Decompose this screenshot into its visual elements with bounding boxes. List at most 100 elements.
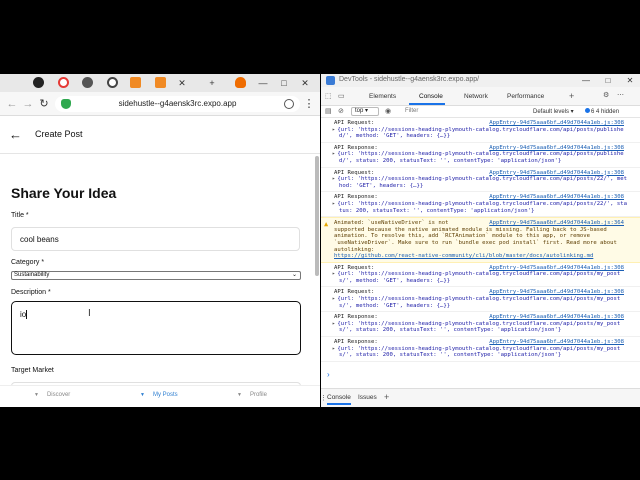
context-select[interactable]: top ▾ xyxy=(351,107,379,116)
drawer-tab-console[interactable]: Console xyxy=(327,394,351,405)
text-caret xyxy=(26,310,28,320)
discover-icon: ▼ xyxy=(34,392,39,398)
sidebar-toggle-icon[interactable]: ▤ xyxy=(325,107,332,115)
scrollbar[interactable] xyxy=(315,156,319,276)
warning-entry[interactable]: ▲ Animated: `useNativeDriver` is not App… xyxy=(321,217,640,263)
chevron-down-icon: ⌄ xyxy=(291,272,297,278)
log-source-link[interactable]: AppEntry-94d75aaa6bf…d49d7044a1eb.js:364 xyxy=(489,220,624,227)
extension-icon[interactable] xyxy=(284,99,294,109)
log-body[interactable]: ▸ {url: 'https://sessions-heading-plymout… xyxy=(332,346,636,359)
log-entry[interactable]: API Response: AppEntry-94d75aaa6bf…d49d7… xyxy=(321,312,640,338)
tab-favicon[interactable] xyxy=(235,77,246,88)
tab-my-posts[interactable]: ▼ My Posts xyxy=(140,392,178,398)
log-body-text: {url: 'https://sessions-heading-plymouth… xyxy=(337,296,621,309)
console-output[interactable]: API Request: AppEntry-94d75aaa6bf…d49d70… xyxy=(321,118,640,388)
address-bar: ← → ↻ sidehustle--g4aensk3rc.expo.app ⋮ xyxy=(0,92,320,116)
devtools-drawer: ⋮ Console Issues + xyxy=(321,388,640,407)
log-source-link[interactable]: AppEntry-94d75aaa6bf…d49d7044a1eb.js:308 xyxy=(489,339,624,346)
log-source-link[interactable]: AppEntry-94d75aaa6bf…d49d7044a1eb.js:308 xyxy=(489,120,624,127)
tab-favicon[interactable] xyxy=(107,77,118,88)
expand-triangle-icon[interactable]: ▸ xyxy=(332,176,335,182)
tab-favicon[interactable] xyxy=(82,77,93,88)
expand-triangle-icon[interactable]: ▸ xyxy=(332,271,335,277)
forward-icon[interactable]: → xyxy=(21,97,35,111)
log-body[interactable]: ▸ {url: 'https://sessions-heading-plymout… xyxy=(332,296,636,309)
category-select[interactable]: Sustainability ⌄ xyxy=(11,271,301,280)
expand-triangle-icon[interactable]: ▸ xyxy=(332,151,335,157)
tab-discover[interactable]: ▼ Discover xyxy=(34,392,70,398)
close-icon[interactable]: ✕ xyxy=(623,74,637,87)
tab-elements[interactable]: Elements xyxy=(369,93,396,100)
tab-close-icon[interactable]: ✕ xyxy=(175,76,189,90)
tab-favicon[interactable] xyxy=(33,77,44,88)
log-source-link[interactable]: AppEntry-94d75aaa6bf…d49d7044a1eb.js:308 xyxy=(489,194,624,201)
devtools-title: DevTools - sidehustle--g4aensk3rc.expo.a… xyxy=(339,76,480,83)
log-source-link[interactable]: AppEntry-94d75aaa6bf…d49d7044a1eb.js:308 xyxy=(489,314,624,321)
add-panel-icon[interactable]: + xyxy=(569,91,574,101)
expand-triangle-icon[interactable]: ▸ xyxy=(332,201,335,207)
tab-profile[interactable]: ▼ Profile xyxy=(237,392,267,398)
log-entry[interactable]: API Request: AppEntry-94d75aaa6bf…d49d70… xyxy=(321,118,640,143)
maximize-icon[interactable]: □ xyxy=(277,76,291,90)
menu-icon[interactable]: ⋮ xyxy=(302,97,316,111)
log-entry[interactable]: API Response: AppEntry-94d75aaa6bf…d49d7… xyxy=(321,192,640,218)
clear-console-icon[interactable]: ⊘ xyxy=(338,107,344,115)
log-source-link[interactable]: AppEntry-94d75aaa6bf…d49d7044a1eb.js:308 xyxy=(489,145,624,152)
url-field[interactable]: sidehustle--g4aensk3rc.expo.app xyxy=(55,96,300,112)
issues-counter[interactable]: 6 4 hidden xyxy=(585,108,619,115)
tab-performance[interactable]: Performance xyxy=(507,93,544,100)
back-arrow-icon[interactable]: ← xyxy=(9,127,22,142)
eye-icon[interactable]: ◉ xyxy=(385,107,391,115)
log-body[interactable]: ▸ {url: 'https://sessions-heading-plymout… xyxy=(332,321,636,334)
log-body[interactable]: ▸ {url: 'https://sessions-heading-plymout… xyxy=(332,127,636,140)
expand-triangle-icon[interactable]: ▸ xyxy=(332,346,335,352)
maximize-icon[interactable]: □ xyxy=(601,74,615,87)
form-scroll-area[interactable]: Share Your Idea Title * cool beans Categ… xyxy=(0,154,320,385)
log-body[interactable]: ▸ {url: 'https://sessions-heading-plymout… xyxy=(332,151,636,164)
devtools-tabs: ⬚ ▭ Elements Console Network Performance… xyxy=(321,87,640,106)
log-body[interactable]: ▸ {url: 'https://sessions-heading-plymout… xyxy=(332,271,636,284)
log-entry[interactable]: API Request: AppEntry-94d75aaa6bf…d49d70… xyxy=(321,168,640,193)
warning-body: supported because the native animated mo… xyxy=(334,226,617,253)
console-prompt-icon[interactable]: › xyxy=(327,370,330,379)
log-entry[interactable]: API Request: AppEntry-94d75aaa6bf…d49d70… xyxy=(321,263,640,288)
new-tab-icon[interactable]: + xyxy=(205,76,219,90)
more-icon[interactable]: ⋯ xyxy=(617,91,624,99)
settings-gear-icon[interactable]: ⚙ xyxy=(603,91,609,99)
log-entry[interactable]: API Response: AppEntry-94d75aaa6bf…d49d7… xyxy=(321,143,640,168)
log-entry[interactable]: API Response: AppEntry-94d75aaa6bf…d49d7… xyxy=(321,337,640,362)
tab-favicon[interactable] xyxy=(130,77,141,88)
expand-triangle-icon[interactable]: ▸ xyxy=(332,321,335,327)
reload-icon[interactable]: ↻ xyxy=(37,97,51,111)
add-drawer-tab-icon[interactable]: + xyxy=(384,392,389,402)
minimize-icon[interactable]: — xyxy=(579,74,593,87)
title-input[interactable]: cool beans xyxy=(11,227,300,251)
expand-triangle-icon[interactable]: ▸ xyxy=(332,296,335,302)
log-body[interactable]: ▸ {url: 'https://sessions-heading-plymout… xyxy=(332,176,636,189)
tab-favicon[interactable] xyxy=(155,77,166,88)
expand-triangle-icon[interactable]: ▸ xyxy=(332,127,335,133)
app-header: ← Create Post xyxy=(0,116,320,154)
log-body-text: {url: 'https://sessions-heading-plymouth… xyxy=(337,176,627,189)
log-source-link[interactable]: AppEntry-94d75aaa6bf…d49d7044a1eb.js:308 xyxy=(489,289,624,296)
autolinking-link[interactable]: https://github.com/react-native-communit… xyxy=(334,253,636,260)
log-source-link[interactable]: AppEntry-94d75aaa6bf…d49d7044a1eb.js:308 xyxy=(489,265,624,272)
close-icon[interactable]: ✕ xyxy=(298,76,312,90)
log-levels-select[interactable]: Default levels ▾ xyxy=(533,108,574,115)
log-source-link[interactable]: AppEntry-94d75aaa6bf…d49d7044a1eb.js:308 xyxy=(489,170,624,177)
log-entry[interactable]: API Request: AppEntry-94d75aaa6bf…d49d70… xyxy=(321,287,640,313)
filter-input[interactable]: Filter xyxy=(405,108,418,114)
tab-console[interactable]: Console xyxy=(409,93,445,105)
issues-icon xyxy=(585,108,590,113)
device-toolbar-icon[interactable]: ▭ xyxy=(338,92,345,100)
text-cursor-icon: I xyxy=(88,308,91,319)
inspect-icon[interactable]: ⬚ xyxy=(325,92,332,100)
back-icon[interactable]: ← xyxy=(5,97,19,111)
minimize-icon[interactable]: — xyxy=(256,76,270,90)
description-textarea[interactable]: io xyxy=(11,301,301,355)
tab-network[interactable]: Network xyxy=(464,93,488,100)
tab-favicon[interactable] xyxy=(58,77,69,88)
log-body[interactable]: ▸ {url: 'https://sessions-heading-plymout… xyxy=(332,201,636,214)
form-heading: Share Your Idea xyxy=(11,185,117,201)
drawer-tab-issues[interactable]: Issues xyxy=(358,394,377,401)
